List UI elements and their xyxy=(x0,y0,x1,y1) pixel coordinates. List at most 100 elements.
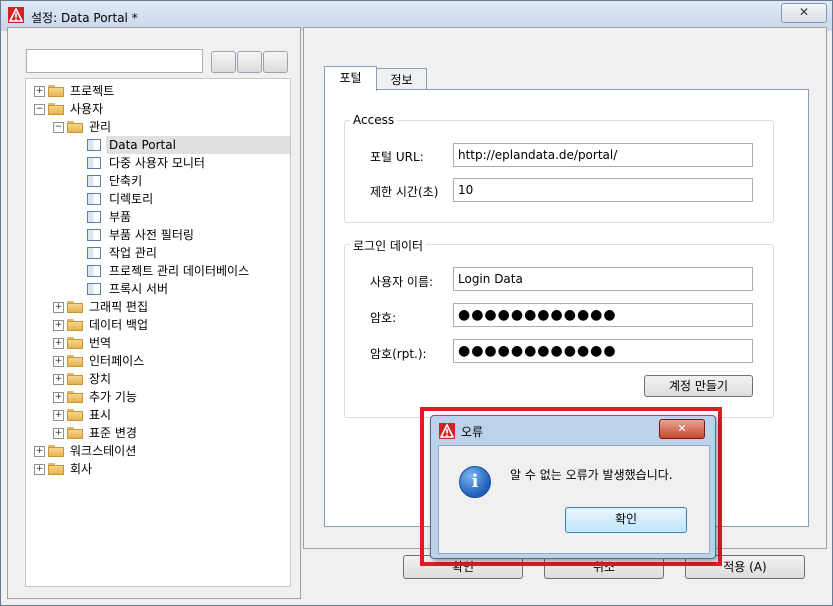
tree-item[interactable]: 프로젝트 관리 데이터베이스 xyxy=(26,262,288,280)
access-group xyxy=(344,120,774,223)
tree-item[interactable]: + 워크스테이션 xyxy=(26,442,288,460)
tab-portal[interactable]: 포털 xyxy=(324,66,377,91)
expand-icon[interactable]: + xyxy=(53,302,64,313)
settings-page-icon xyxy=(87,175,101,187)
tree-item-label: 다중 사용자 모니터 xyxy=(109,156,205,170)
tree-item-label: 워크스테이션 xyxy=(70,444,137,458)
tree-item-label: 프록시 서버 xyxy=(109,282,169,296)
access-group-title: Access xyxy=(350,113,398,127)
prev-result-button[interactable] xyxy=(237,51,262,73)
window-close-button[interactable]: ✕ xyxy=(781,3,827,23)
tree-item-label: 단축키 xyxy=(109,174,143,188)
tree-item[interactable]: + 장치 xyxy=(26,370,288,388)
tree-item-label: 표준 변경 xyxy=(89,426,137,440)
settings-page-icon xyxy=(87,265,101,277)
expand-icon[interactable]: + xyxy=(53,356,64,367)
expand-icon[interactable]: + xyxy=(53,428,64,439)
create-account-button[interactable]: 계정 만들기 xyxy=(644,375,753,397)
collapse-icon[interactable]: − xyxy=(53,122,64,133)
tree-item-label: 프로젝트 xyxy=(70,84,115,98)
expand-icon[interactable]: + xyxy=(53,392,64,403)
folder-icon xyxy=(67,409,83,421)
expand-icon[interactable]: + xyxy=(53,410,64,421)
tree-item[interactable]: + 추가 기능 xyxy=(26,388,288,406)
tree-item[interactable]: 부품 사전 필터링 xyxy=(26,226,288,244)
expand-icon[interactable]: + xyxy=(34,464,45,475)
tab-info[interactable]: 정보 xyxy=(376,68,427,91)
tree-item-label: 프로젝트 관리 데이터베이스 xyxy=(109,264,250,278)
dialog-ok-button[interactable]: 확인 xyxy=(565,507,687,533)
settings-page-icon xyxy=(87,229,101,241)
settings-page-icon xyxy=(87,139,101,151)
tree-item[interactable]: 디렉토리 xyxy=(26,190,288,208)
expand-icon[interactable]: + xyxy=(53,338,64,349)
expand-icon[interactable]: + xyxy=(53,374,64,385)
username-label: 사용자 이름: xyxy=(370,275,434,289)
tree-item-label: 디렉토리 xyxy=(109,192,154,206)
tree-item-label: 데이터 백업 xyxy=(89,318,149,332)
tree-item[interactable]: + 회사 xyxy=(26,460,288,478)
password-repeat-input[interactable]: ●●●●●●●●●●●● xyxy=(453,339,753,363)
tree-item-label: 작업 관리 xyxy=(109,246,157,260)
folder-icon xyxy=(67,427,83,439)
collapse-icon[interactable]: − xyxy=(34,104,45,115)
tree-item[interactable]: 다중 사용자 모니터 xyxy=(26,154,288,172)
settings-page-icon xyxy=(87,247,101,259)
url-label: 포털 URL: xyxy=(370,150,424,164)
tree-item[interactable]: Data Portal xyxy=(26,136,290,154)
folder-icon xyxy=(48,445,64,457)
tree-search-input[interactable] xyxy=(26,49,203,73)
timeout-label: 제한 시간(초) xyxy=(370,185,439,199)
tree-item[interactable]: 프록시 서버 xyxy=(26,280,288,298)
expand-icon[interactable]: + xyxy=(34,446,45,457)
eplan-warning-icon xyxy=(8,7,24,23)
tree-item[interactable]: 작업 관리 xyxy=(26,244,288,262)
tree-item-label: Data Portal xyxy=(106,136,290,154)
tree-item-label: 관리 xyxy=(89,120,112,134)
next-result-button[interactable] xyxy=(263,51,288,73)
tree-item-label: 회사 xyxy=(70,462,93,476)
dialog-title: 오류 xyxy=(461,425,484,439)
timeout-input[interactable]: 10 xyxy=(453,178,753,202)
tree-item-label: 부품 사전 필터링 xyxy=(109,228,194,242)
tree-item[interactable]: − 관리 xyxy=(26,118,288,136)
info-icon: i xyxy=(459,466,491,498)
tree-item[interactable]: + 번역 xyxy=(26,334,288,352)
url-input[interactable]: http://eplandata.de/portal/ xyxy=(453,143,753,167)
tree-item[interactable]: 단축키 xyxy=(26,172,288,190)
error-dialog: 오류 ✕ i 알 수 없는 오류가 발생했습니다. 확인 xyxy=(430,415,716,559)
tree-item-label: 그래픽 편집 xyxy=(89,300,149,314)
expand-icon[interactable]: + xyxy=(53,320,64,331)
tree-item[interactable]: + 표시 xyxy=(26,406,288,424)
folder-icon xyxy=(67,301,83,313)
tree-item-label: 추가 기능 xyxy=(89,390,137,404)
folder-icon xyxy=(67,391,83,403)
settings-tree[interactable]: + 프로젝트 − 사용자 − 관리 Data Portal 다중 사용자 모니터 단축키 디렉토리… xyxy=(25,78,291,587)
tree-item-label: 부품 xyxy=(109,210,132,224)
window-title: 설정: Data Portal * xyxy=(31,11,138,25)
folder-icon xyxy=(67,355,83,367)
tree-item[interactable]: + 데이터 백업 xyxy=(26,316,288,334)
folder-icon xyxy=(67,121,83,133)
settings-page-icon xyxy=(87,193,101,205)
folder-icon xyxy=(67,337,83,349)
tree-item[interactable]: 부품 xyxy=(26,208,288,226)
expand-icon[interactable]: + xyxy=(34,86,45,97)
login-group-title: 로그인 데이터 xyxy=(350,237,427,254)
settings-page-icon xyxy=(87,157,101,169)
tree-item[interactable]: + 표준 변경 xyxy=(26,424,288,442)
folder-icon xyxy=(67,319,83,331)
dialog-body: i 알 수 없는 오류가 발생했습니다. 확인 xyxy=(438,445,710,554)
settings-page-icon xyxy=(87,283,101,295)
dialog-close-button[interactable]: ✕ xyxy=(659,419,705,439)
tree-item[interactable]: + 프로젝트 xyxy=(26,82,288,100)
tree-item[interactable]: + 인터페이스 xyxy=(26,352,288,370)
folder-icon xyxy=(48,85,64,97)
search-button[interactable] xyxy=(211,51,236,73)
settings-page-icon xyxy=(87,211,101,223)
tree-item[interactable]: − 사용자 xyxy=(26,100,288,118)
tree-item[interactable]: + 그래픽 편집 xyxy=(26,298,288,316)
tree-item-label: 사용자 xyxy=(70,102,104,116)
username-input[interactable]: Login Data xyxy=(453,267,753,291)
password-input[interactable]: ●●●●●●●●●●●● xyxy=(453,303,753,327)
